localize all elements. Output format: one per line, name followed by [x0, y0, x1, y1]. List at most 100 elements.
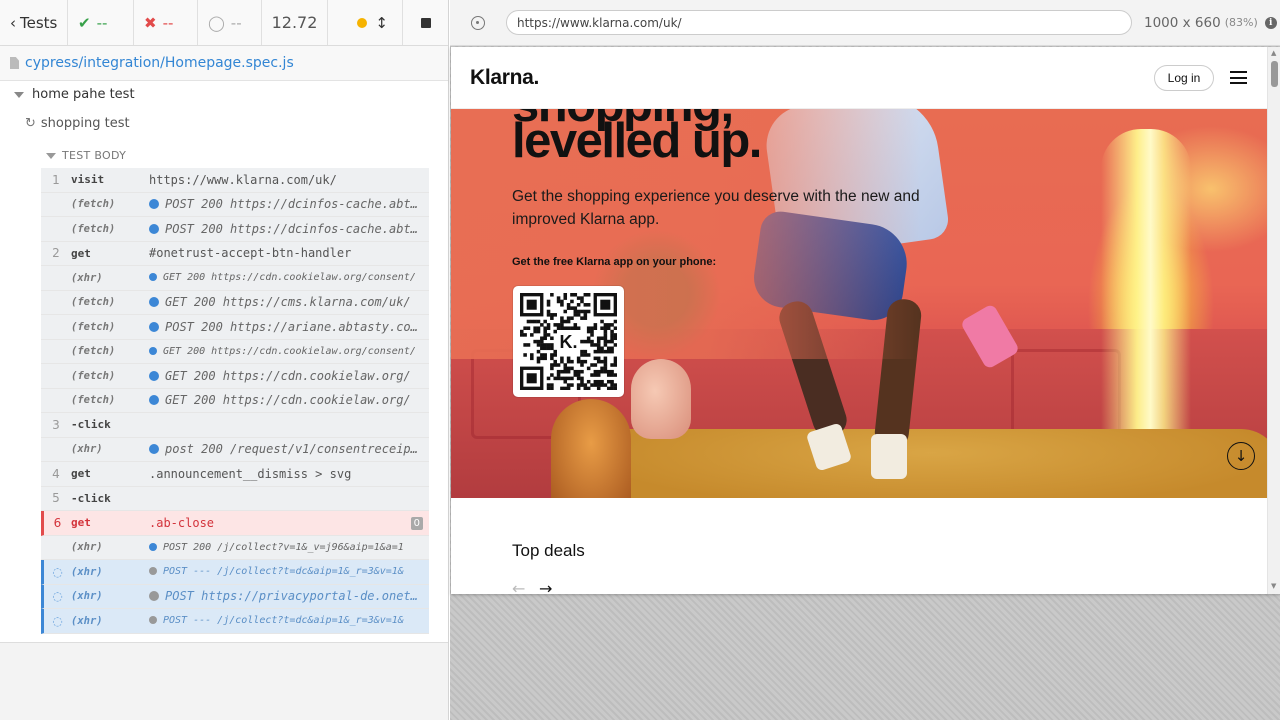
qr-module	[576, 309, 581, 314]
qr-module	[580, 299, 584, 304]
command-message: POST --- /j/collect?t=dc&aip=1&_r=3&v=1&	[149, 566, 429, 577]
qr-module	[606, 386, 611, 390]
page-scrollbar[interactable]: ▲ ▼	[1267, 47, 1280, 594]
command-message: .announcement__dismiss > svg	[149, 467, 429, 481]
klarna-logo[interactable]: Klarna.	[470, 66, 539, 90]
scroll-down-icon[interactable]: ▼	[1271, 582, 1276, 590]
command-row[interactable]: 6 get .ab-close 0	[41, 511, 429, 536]
command-message-text: GET 200 https://cdn.cookielaw.org/	[165, 393, 411, 408]
qr-module	[586, 379, 591, 384]
qr-module	[576, 383, 581, 387]
qr-module	[523, 343, 527, 347]
qr-module	[583, 359, 588, 364]
suite-title[interactable]: home pahe test	[14, 87, 135, 102]
command-row[interactable]: 4 get .announcement__dismiss > svg	[41, 462, 429, 487]
command-row[interactable]: (fetch) GET 200 https://cdn.cookielaw.org…	[41, 364, 429, 389]
passed-count: ✔ --	[68, 0, 134, 45]
qr-module	[600, 359, 604, 364]
klarna-navbar: Klarna. Log in	[451, 47, 1267, 109]
qr-module	[550, 356, 554, 361]
qr-module	[600, 346, 604, 351]
command-row[interactable]: (fetch) GET 200 https://cdn.cookielaw.org…	[41, 339, 429, 364]
qr-module	[583, 303, 588, 307]
qr-klarna-mark: K.	[560, 332, 578, 352]
qr-module	[580, 379, 584, 384]
command-row[interactable]: ◌ (xhr) POST --- /j/collect?t=dc&aip=1&_r=…	[41, 560, 429, 585]
stop-button[interactable]	[402, 0, 448, 45]
spec-path-link[interactable]: cypress/integration/Homepage.spec.js	[25, 55, 294, 71]
qr-module	[600, 383, 604, 387]
test-body-header[interactable]: TEST BODY	[46, 149, 126, 162]
scroll-up-icon[interactable]: ▲	[1271, 49, 1276, 57]
command-row[interactable]: (xhr) POST 200 /j/collect?v=1&_v=j96&aip=…	[41, 535, 429, 560]
tests-nav-button[interactable]: ‹ Tests	[0, 0, 68, 45]
qr-module	[533, 329, 537, 334]
qr-module	[540, 343, 544, 347]
command-row[interactable]: 5 -click	[41, 486, 429, 511]
qr-module	[596, 356, 601, 361]
qr-module	[556, 376, 561, 381]
qr-module	[603, 326, 608, 330]
selector-playground-button[interactable]	[450, 0, 506, 45]
qr-module	[583, 293, 588, 297]
command-row[interactable]: (xhr) GET 200 https://cdn.cookielaw.org/c…	[41, 266, 429, 291]
qr-module	[610, 373, 614, 377]
test-title[interactable]: ↻ shopping test	[25, 116, 130, 131]
qr-module	[596, 383, 601, 387]
command-row[interactable]: 2 get #onetrust-accept-btn-handler	[41, 241, 429, 266]
command-row[interactable]: (xhr) post 200 /request/v1/consentreceipt…	[41, 437, 429, 462]
qr-module	[530, 333, 534, 337]
qr-module	[566, 356, 571, 361]
qr-module	[546, 386, 551, 390]
command-message-text: POST --- /j/collect?t=dc&aip=1&_r=3&v=1&	[163, 615, 404, 627]
qr-module	[566, 326, 571, 330]
qr-module	[586, 309, 591, 314]
command-row[interactable]: (fetch) POST 200 https://ariane.abtasty.c…	[41, 315, 429, 340]
arrow-left-icon[interactable]: ←	[512, 579, 525, 594]
qr-module	[603, 349, 608, 354]
qr-module	[553, 349, 557, 354]
scrollbar-thumb[interactable]	[1271, 61, 1278, 87]
qr-module	[610, 369, 614, 374]
qr-module	[610, 323, 614, 327]
command-number: 2	[52, 246, 60, 261]
command-row[interactable]: 1 visit https://www.klarna.com/uk/	[41, 168, 429, 193]
app-download-label: Get the free Klarna app on your phone:	[512, 256, 717, 268]
command-name: (xhr)	[71, 541, 103, 554]
qr-module	[586, 353, 591, 357]
passed-value: --	[96, 13, 108, 32]
qr-module	[596, 379, 601, 384]
qr-module	[593, 323, 598, 327]
command-row[interactable]: (fetch) GET 200 https://cdn.cookielaw.org…	[41, 388, 429, 413]
network-status-dot-icon	[149, 591, 159, 602]
command-row[interactable]: ◌ (xhr) POST https://privacyportal-de.onet…	[41, 584, 429, 609]
qr-module	[613, 359, 617, 364]
qr-module	[600, 379, 604, 384]
qr-module	[536, 339, 541, 344]
qr-module	[576, 369, 581, 374]
qr-module	[556, 299, 561, 304]
arrow-right-icon[interactable]: →	[539, 579, 552, 594]
command-row[interactable]: (fetch) POST 200 https://dcinfos-cache.ab…	[41, 217, 429, 242]
qr-module	[596, 373, 601, 377]
command-name: get	[71, 246, 91, 260]
login-button[interactable]: Log in	[1154, 65, 1214, 91]
command-row[interactable]: ◌ (xhr) POST --- /j/collect?t=dc&aip=1&_r=…	[41, 609, 429, 634]
qr-module	[580, 339, 584, 344]
url-display[interactable]: https://www.klarna.com/uk/	[506, 10, 1132, 35]
qr-module	[566, 386, 571, 390]
menu-bar	[1230, 82, 1247, 84]
command-name: (xhr)	[71, 443, 103, 456]
info-icon[interactable]: i	[1264, 16, 1277, 29]
qr-module	[610, 379, 614, 384]
qr-module	[613, 326, 617, 330]
command-number: 3	[52, 417, 60, 432]
command-row[interactable]: 3 -click	[41, 413, 429, 438]
command-row[interactable]: (fetch) GET 200 https://cms.klarna.com/uk…	[41, 290, 429, 315]
scroll-down-button[interactable]: ↓	[1227, 442, 1255, 470]
command-name: (fetch)	[71, 198, 116, 211]
hamburger-menu-icon[interactable]	[1230, 71, 1247, 84]
qr-module	[563, 376, 568, 381]
command-row[interactable]: (fetch) POST 200 https://dcinfos-cache.ab…	[41, 192, 429, 217]
auto-scroll-toggle[interactable]: ↕	[343, 0, 402, 45]
